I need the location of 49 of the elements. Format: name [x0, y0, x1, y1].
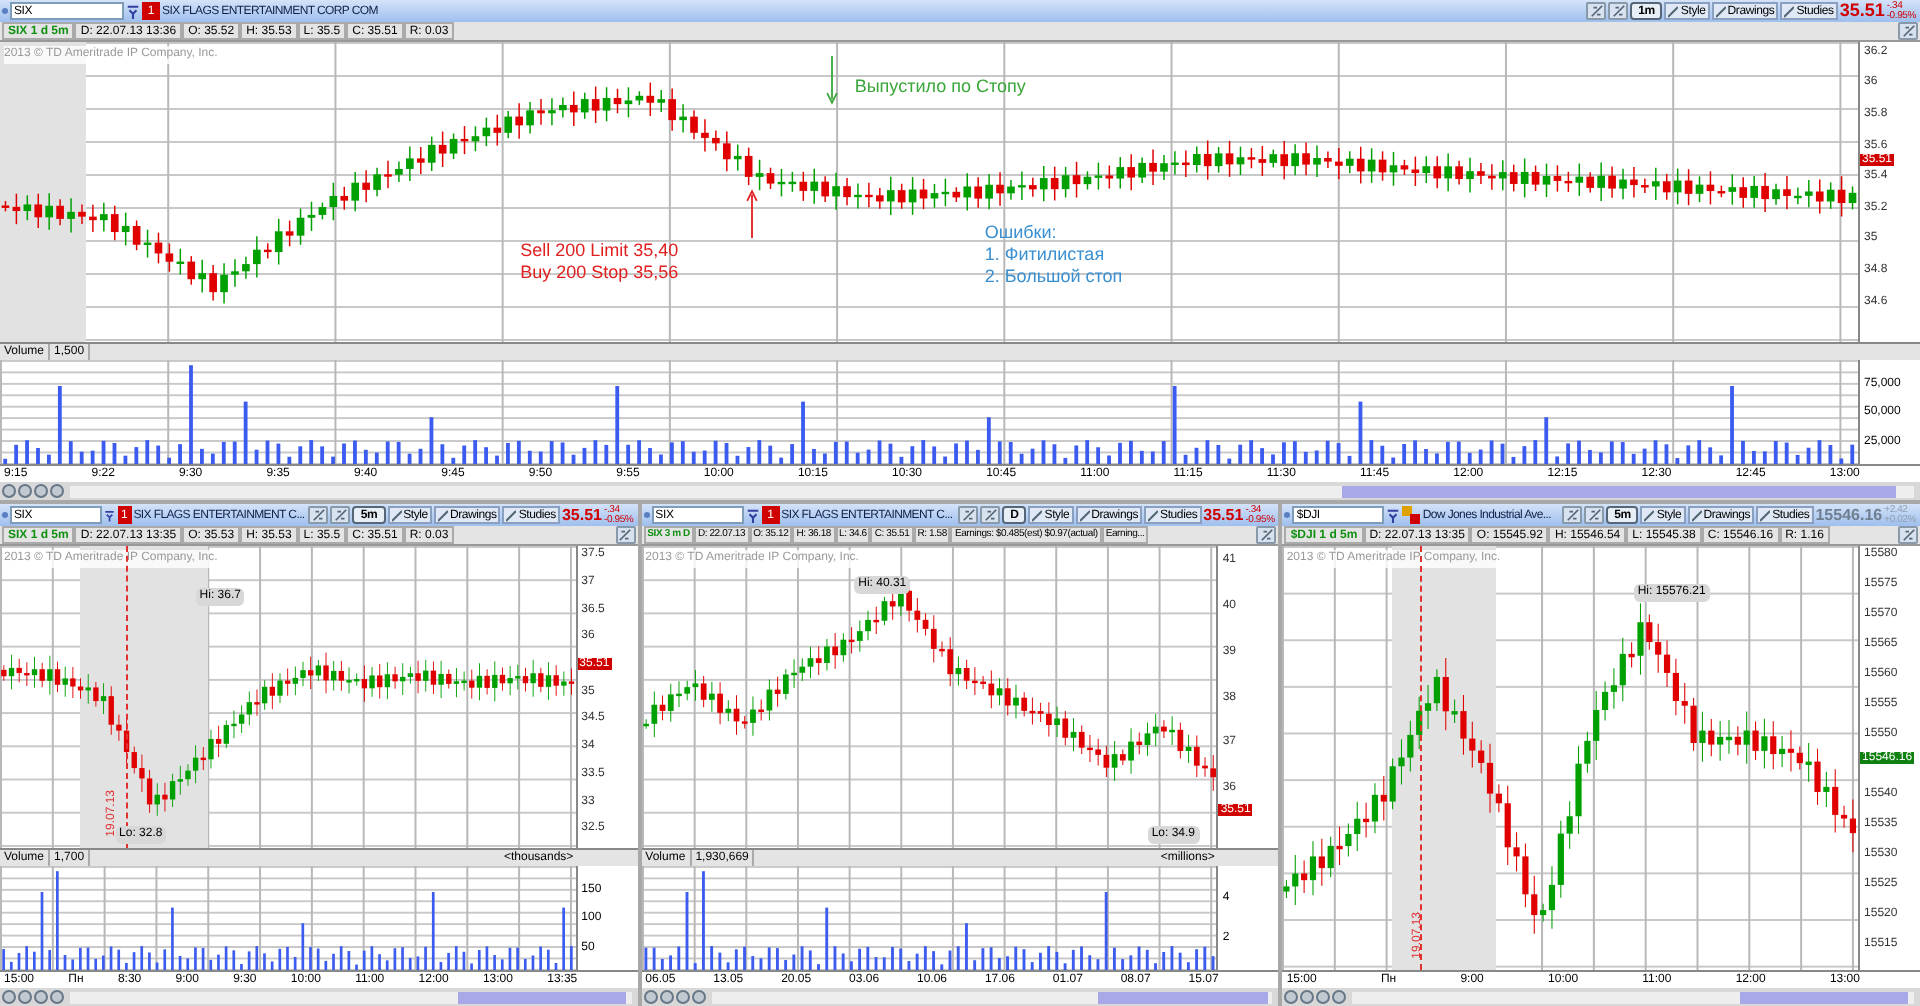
- grip-icon: [643, 512, 650, 518]
- pencil-icon: [437, 509, 448, 521]
- last-price: 15546.16: [1815, 507, 1883, 523]
- cursor-icon[interactable]: [691, 990, 706, 1004]
- pencil-icon: [1079, 509, 1090, 521]
- grip-icon: [2, 512, 8, 518]
- cursor-icon[interactable]: [1332, 990, 1347, 1004]
- zoom-in-icon[interactable]: [1300, 990, 1315, 1004]
- zoom-in-icon[interactable]: [18, 484, 32, 498]
- zoom-out-icon[interactable]: [34, 990, 48, 1004]
- cursor-icon[interactable]: [50, 484, 64, 498]
- pencil-icon: [1691, 509, 1702, 521]
- expand-icon[interactable]: [1898, 22, 1918, 40]
- arrow-icon: [826, 51, 839, 107]
- pin-icon[interactable]: [126, 3, 140, 19]
- last-price: 35.51: [1203, 507, 1244, 523]
- chart-settings-icon[interactable]: [1562, 506, 1583, 524]
- pin-icon[interactable]: [1386, 507, 1401, 523]
- chart-settings-icon[interactable]: [958, 506, 979, 524]
- expand-icon[interactable]: [615, 526, 636, 544]
- cursor-icon[interactable]: [50, 990, 64, 1004]
- expand-icon[interactable]: [1898, 526, 1919, 544]
- pin-icon[interactable]: [104, 507, 116, 523]
- scroll-thumb[interactable]: [1740, 991, 1909, 1003]
- annotation-text: Ошибки: 1. Фитилистая 2. Большой стоп: [984, 222, 1123, 288]
- annotation-text: Sell 200 Limit 35,40 Buy 200 Stop 35,56: [520, 240, 679, 284]
- zoom-out-icon[interactable]: [1316, 990, 1331, 1004]
- last-price: 35.51: [1839, 2, 1885, 20]
- pin-icon[interactable]: [745, 507, 760, 523]
- annotation-text: Выпустило по Стопу: [854, 75, 1026, 97]
- pan-icon[interactable]: [2, 990, 16, 1004]
- grip-icon: [2, 8, 8, 14]
- zoom-out-icon[interactable]: [675, 990, 690, 1004]
- scroll-thumb[interactable]: [1098, 991, 1268, 1003]
- chart-settings-icon[interactable]: [1586, 2, 1607, 20]
- zoom-in-icon[interactable]: [659, 990, 674, 1004]
- link-group-icon[interactable]: [1402, 506, 1421, 524]
- zoom-in-icon[interactable]: [18, 990, 32, 1004]
- last-price: 35.51: [561, 507, 603, 523]
- grip-icon: [1284, 512, 1291, 518]
- zoom-out-icon[interactable]: [34, 484, 48, 498]
- chart-settings-icon[interactable]: [308, 506, 329, 524]
- scroll-thumb[interactable]: [457, 991, 626, 1003]
- pan-icon[interactable]: [1284, 990, 1299, 1004]
- scroll-thumb[interactable]: [1342, 485, 1896, 497]
- pencil-icon: [1715, 5, 1726, 17]
- pan-icon[interactable]: [2, 484, 16, 498]
- expand-icon[interactable]: [1256, 526, 1277, 544]
- pan-icon[interactable]: [643, 990, 658, 1004]
